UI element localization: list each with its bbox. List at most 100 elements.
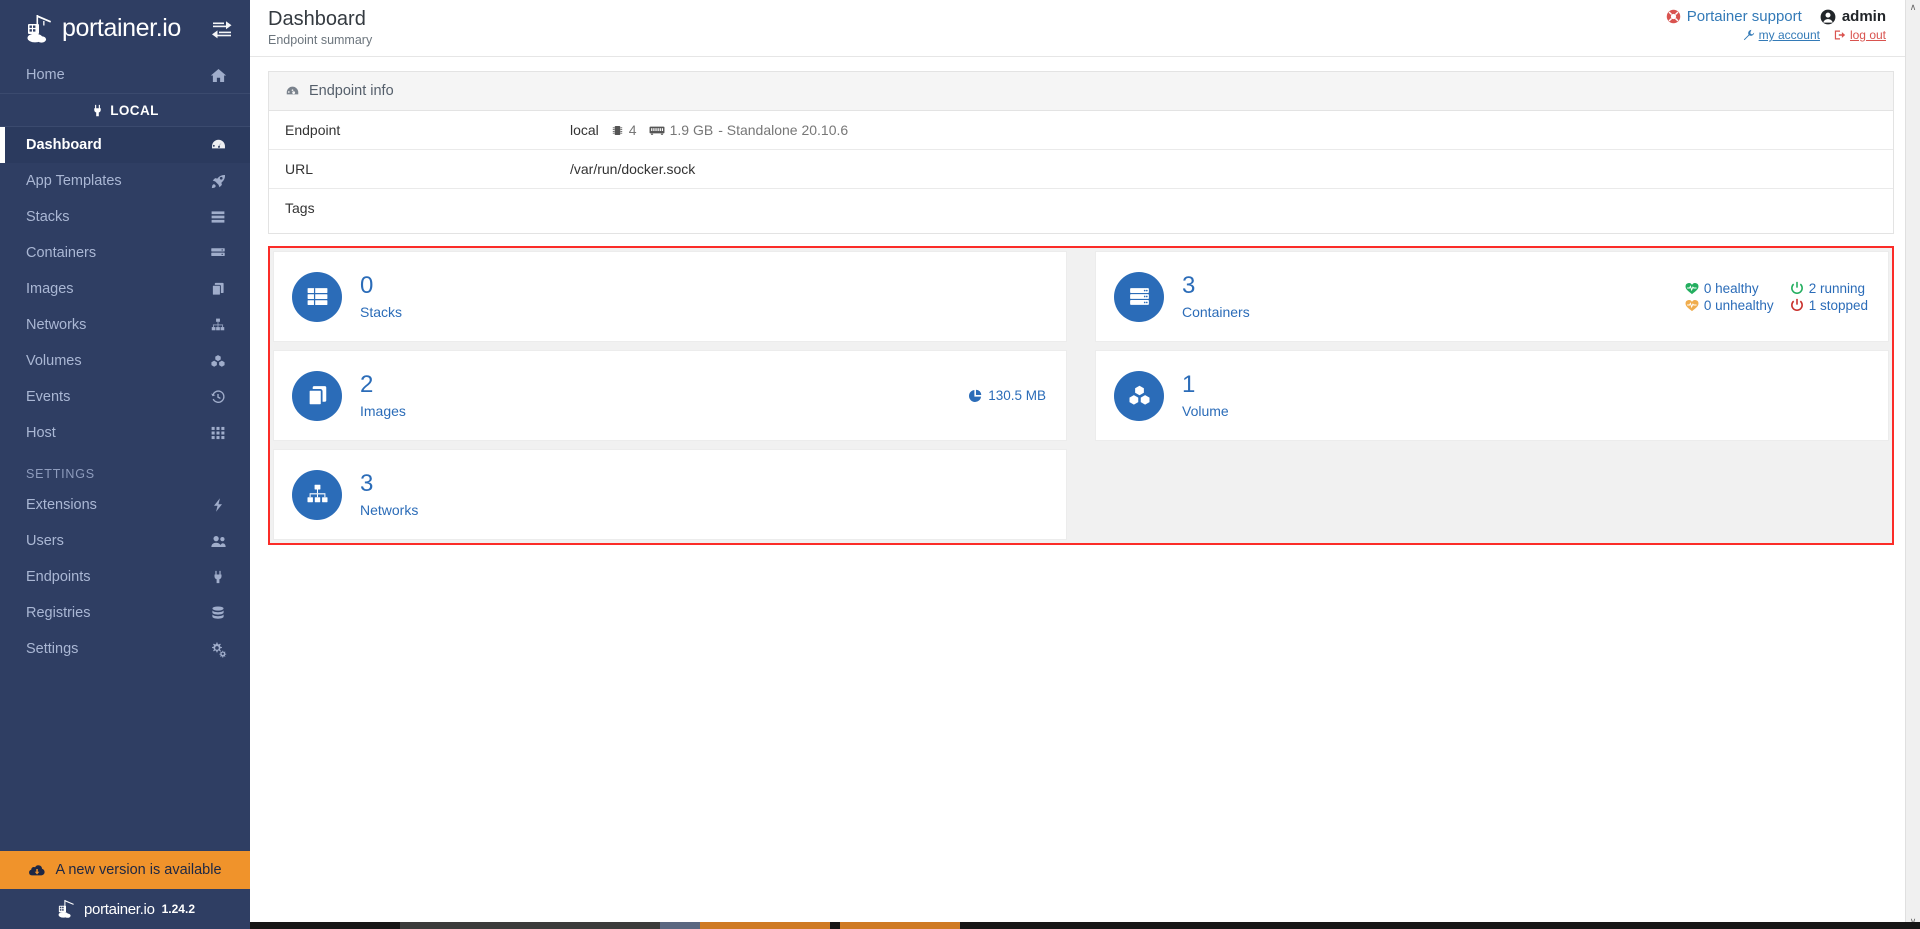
- widget-images[interactable]: 2 Images 130.5 MB: [273, 350, 1067, 441]
- sidebar-item-extensions[interactable]: Extensions: [0, 487, 250, 523]
- widget-images-count: 2: [360, 371, 374, 399]
- my-account-label: my account: [1758, 28, 1820, 42]
- logout-label: log out: [1849, 28, 1886, 42]
- endpoint-info-panel-header: Endpoint info: [269, 72, 1893, 111]
- sidebar-item-networks[interactable]: Networks: [0, 307, 250, 343]
- sidebar-item-settings-label: Settings: [26, 641, 79, 657]
- endpoint-info-value: local 4 1.9 GB - Standalone 20.10.6: [570, 122, 848, 138]
- volumes-icon: [208, 351, 228, 371]
- stacks-icon: [292, 271, 342, 322]
- my-account-link[interactable]: my account: [1743, 28, 1820, 42]
- widget-stacks[interactable]: 0 Stacks: [273, 251, 1067, 342]
- page-scrollbar[interactable]: ∧ ∨: [1905, 0, 1920, 929]
- users-icon: [208, 531, 228, 551]
- endpoint-info-row-tags: Tags: [269, 189, 1893, 233]
- home-icon: [208, 65, 228, 85]
- sidebar-local-section: LOCAL: [0, 93, 250, 127]
- sidebar-item-registries[interactable]: Registries: [0, 595, 250, 631]
- endpoint-url-value: /var/run/docker.sock: [570, 161, 696, 177]
- endpoint-name: local: [570, 122, 599, 138]
- pie-chart-icon: [968, 389, 982, 403]
- containers-running-stat[interactable]: 2 running: [1790, 281, 1868, 296]
- widget-placeholder: [1095, 449, 1889, 540]
- containers-stopped-stat[interactable]: 1 stopped: [1790, 298, 1868, 313]
- containers-healthy-stat[interactable]: 0 healthy: [1685, 281, 1774, 296]
- header-actions-primary: Portainer support admin: [1666, 8, 1886, 25]
- sidebar-item-containers[interactable]: Containers: [0, 235, 250, 271]
- widget-networks[interactable]: 3 Networks: [273, 449, 1067, 540]
- taskbar-segment: [700, 922, 830, 929]
- taskbar-segment: [660, 922, 700, 929]
- images-total-size-label: 130.5 MB: [988, 388, 1046, 403]
- sidebar-item-events[interactable]: Events: [0, 379, 250, 415]
- sidebar: portainer.io Home LOCAL Dashboard App Te…: [0, 0, 250, 929]
- container-status-grid: 0 healthy 2 running 0 unhealthy 1 stoppe…: [1685, 281, 1868, 313]
- sidebar-item-app-templates[interactable]: App Templates: [0, 163, 250, 199]
- sidebar-item-stacks[interactable]: Stacks: [0, 199, 250, 235]
- sidebar-item-home-label: Home: [26, 67, 65, 83]
- sidebar-item-stacks-label: Stacks: [26, 209, 70, 225]
- portainer-app: portainer.io Home LOCAL Dashboard App Te…: [0, 0, 1920, 929]
- current-user[interactable]: admin: [1820, 8, 1886, 25]
- sidebar-item-settings[interactable]: Settings: [0, 631, 250, 667]
- networks-icon: [292, 469, 342, 520]
- containers-running-label: 2 running: [1808, 280, 1865, 296]
- sidebar-footer-version: 1.24.2: [161, 902, 195, 916]
- endpoint-info-row-url: URL /var/run/docker.sock: [269, 150, 1893, 189]
- sidebar-settings-heading: SETTINGS: [26, 467, 95, 481]
- microchip-icon: [611, 124, 624, 137]
- widget-networks-label: Networks: [360, 501, 419, 518]
- database-icon: [208, 603, 228, 623]
- heartbeat-icon: [1685, 299, 1699, 312]
- power-icon: [1790, 298, 1804, 312]
- sidebar-item-images[interactable]: Images: [0, 271, 250, 307]
- sidebar-item-volumes-label: Volumes: [26, 353, 82, 369]
- scroll-up-icon[interactable]: ∧: [1910, 0, 1917, 15]
- top-header: Dashboard Endpoint summary Portainer sup…: [250, 0, 1920, 57]
- update-available-banner[interactable]: A new version is available: [0, 851, 250, 889]
- header-actions: Portainer support admin my account log o…: [1666, 8, 1886, 42]
- header-actions-secondary: my account log out: [1743, 28, 1886, 42]
- sidebar-item-users[interactable]: Users: [0, 523, 250, 559]
- sidebar-footer-brand: portainer.io: [84, 900, 155, 918]
- sidebar-item-extensions-label: Extensions: [26, 497, 97, 513]
- widget-stacks-body: 0 Stacks: [360, 273, 402, 319]
- page-subtitle: Endpoint summary: [268, 33, 373, 47]
- widget-volumes[interactable]: 1 Volume: [1095, 350, 1889, 441]
- bolt-icon: [208, 495, 228, 515]
- images-icon: [292, 370, 342, 421]
- sidebar-item-endpoints[interactable]: Endpoints: [0, 559, 250, 595]
- sidebar-item-containers-label: Containers: [26, 245, 97, 261]
- endpoint-url-key: URL: [285, 161, 314, 177]
- sidebar-brand: portainer.io: [62, 14, 181, 42]
- widget-networks-count: 3: [360, 470, 374, 498]
- plug-icon: [208, 567, 228, 587]
- dashboard-content: Endpoint info Endpoint local 4 1.9 GB - …: [250, 57, 1920, 929]
- plug-icon: [91, 104, 104, 117]
- containers-unhealthy-stat[interactable]: 0 unhealthy: [1685, 298, 1774, 313]
- logout-link[interactable]: log out: [1834, 28, 1886, 42]
- collapse-sidebar-icon[interactable]: [210, 17, 234, 41]
- sidebar-item-home[interactable]: Home: [0, 57, 250, 93]
- sidebar-local-label: LOCAL: [110, 102, 159, 118]
- portainer-support-link[interactable]: Portainer support: [1666, 8, 1802, 25]
- widget-volumes-label: Volume: [1182, 402, 1229, 419]
- sidebar-item-networks-label: Networks: [26, 317, 87, 333]
- widget-images-body: 2 Images: [360, 372, 406, 418]
- widget-containers[interactable]: 3 Containers 0 healthy 2 running 0 unhea…: [1095, 251, 1889, 342]
- endpoint-info-panel-title: Endpoint info: [309, 83, 394, 99]
- sidebar-item-volumes[interactable]: Volumes: [0, 343, 250, 379]
- endpoint-tags-key: Tags: [285, 200, 315, 216]
- sidebar-item-dashboard[interactable]: Dashboard: [0, 127, 250, 163]
- taskbar-segment: [0, 922, 250, 929]
- widget-containers-count: 3: [1182, 272, 1196, 300]
- host-icon: [208, 423, 228, 443]
- sidebar-item-host[interactable]: Host: [0, 415, 250, 451]
- portainer-logo-icon: [55, 898, 77, 920]
- volumes-icon: [1114, 370, 1164, 421]
- containers-icon: [1114, 271, 1164, 322]
- containers-unhealthy-label: 0 unhealthy: [1703, 297, 1774, 313]
- widget-containers-body: 3 Containers: [1182, 273, 1250, 319]
- containers-icon: [208, 243, 228, 263]
- stacks-icon: [208, 207, 228, 227]
